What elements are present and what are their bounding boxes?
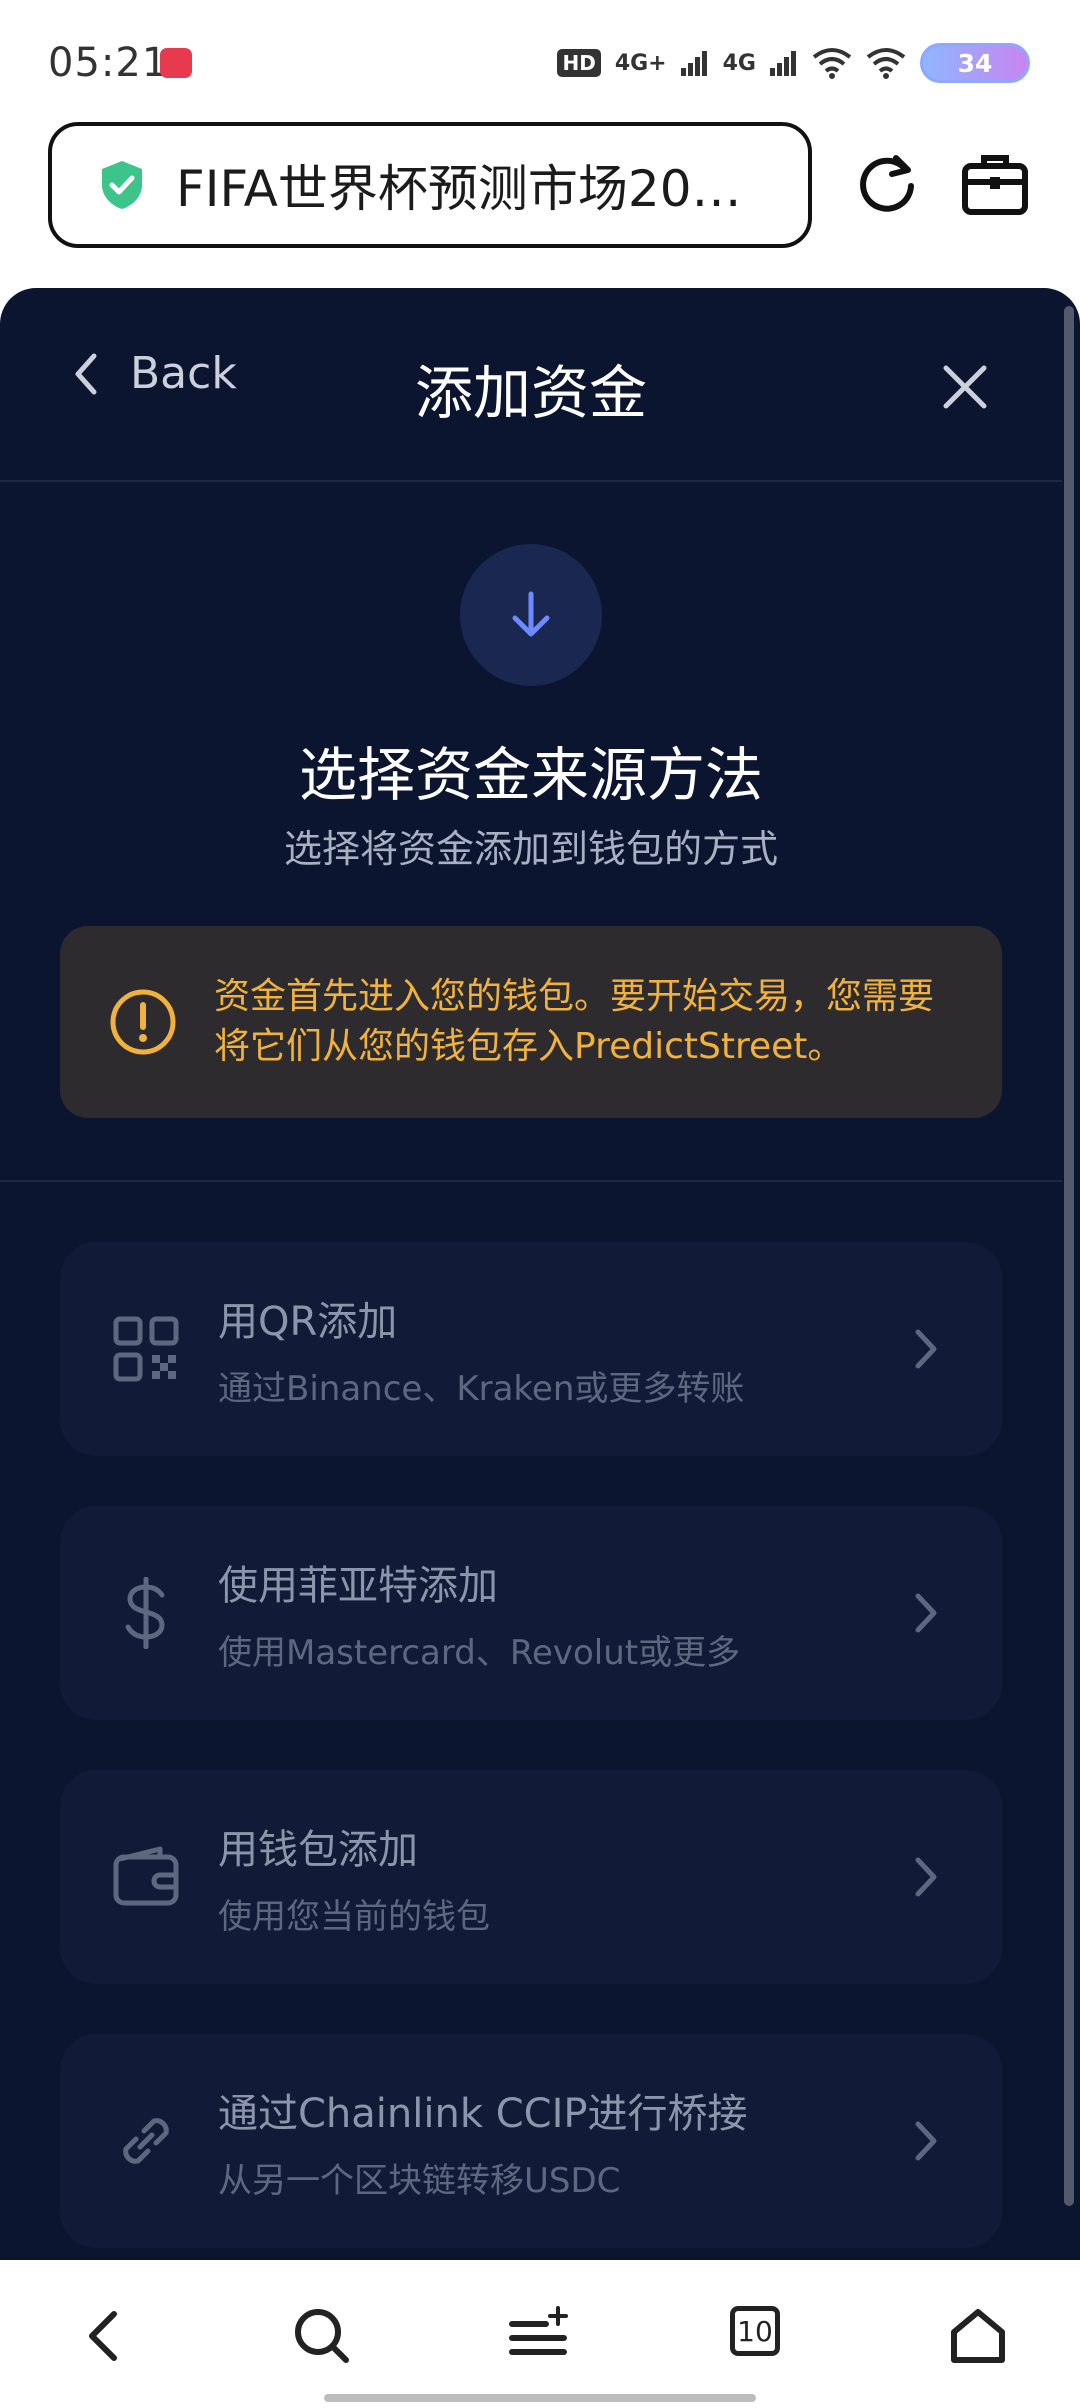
network-4g-plus-icon: 4G+	[614, 50, 667, 76]
home-icon[interactable]	[946, 2304, 1010, 2368]
status-bar: 05:21 HD 4G+ 4G 34	[0, 0, 1080, 120]
chevron-right-icon	[915, 1593, 937, 1633]
hd-voice-icon: HD	[557, 49, 601, 77]
briefcase-icon[interactable]	[960, 150, 1030, 218]
option-description: 从另一个区块链转移USDC	[218, 2160, 621, 2201]
close-icon[interactable]	[940, 362, 990, 412]
scrollbar[interactable]	[1064, 306, 1074, 2206]
signal-icon	[680, 51, 707, 76]
status-time: 05:21	[48, 40, 169, 86]
link-icon	[123, 2118, 169, 2164]
deposit-icon-circle	[460, 544, 602, 686]
wifi-icon	[812, 48, 852, 79]
option-bridge-ccip[interactable]: 通过Chainlink CCIP进行桥接 从另一个区块链转移USDC	[60, 2034, 1002, 2248]
chevron-right-icon	[915, 1329, 937, 1369]
section-heading: 选择资金来源方法	[298, 741, 763, 809]
add-funds-sheet: Back 添加资金 选择资金来源方法 选择将资金添加到钱包的方式 资金首先进入您…	[0, 288, 1080, 2260]
chevron-right-icon	[915, 2121, 937, 2161]
option-title: 通过Chainlink CCIP进行桥接	[218, 2090, 748, 2137]
notification-app-icon	[160, 48, 192, 78]
network-4g-icon: 4G	[722, 50, 756, 76]
section-divider	[0, 1180, 1062, 1182]
header-divider	[0, 480, 1062, 482]
info-warning-banner: 资金首先进入您的钱包。要开始交易，您需要将它们从您的钱包存入PredictStr…	[60, 926, 1002, 1118]
alert-circle-icon	[110, 989, 176, 1055]
signal-icon-2	[770, 51, 796, 76]
tabs-button[interactable]: 10	[730, 2306, 780, 2356]
qr-code-icon	[113, 1316, 179, 1382]
option-description: 通过Binance、Kraken或更多转账	[218, 1368, 745, 1409]
chevron-right-icon	[915, 1857, 937, 1897]
page-title-text: FIFA世界杯预测市场20…	[176, 160, 742, 218]
section-subheading: 选择将资金添加到钱包的方式	[283, 827, 778, 871]
option-add-with-qr[interactable]: 用QR添加 通过Binance、Kraken或更多转账	[60, 1242, 1002, 1456]
warning-text: 资金首先进入您的钱包。要开始交易，您需要将它们从您的钱包存入PredictStr…	[214, 976, 935, 1067]
option-title: 使用菲亚特添加	[218, 1562, 498, 1609]
shield-check-icon	[102, 161, 142, 209]
gesture-home-indicator[interactable]	[324, 2394, 756, 2402]
reload-icon[interactable]	[852, 148, 922, 218]
menu-sparkle-icon[interactable]	[506, 2304, 570, 2368]
sheet-title: 添加资金	[414, 359, 647, 427]
dollar-icon	[125, 1577, 165, 1649]
search-icon[interactable]	[290, 2304, 354, 2368]
browser-bottom-nav	[0, 2260, 1080, 2408]
status-indicators: HD 4G+ 4G 34	[557, 40, 1030, 86]
nav-back-icon[interactable]	[74, 2304, 138, 2368]
option-add-with-fiat[interactable]: 使用菲亚特添加 使用Mastercard、Revolut或更多	[60, 1506, 1002, 1720]
option-description: 使用Mastercard、Revolut或更多	[218, 1632, 741, 1673]
option-title: 用钱包添加	[218, 1826, 418, 1873]
wifi-icon-2	[866, 48, 906, 79]
option-description: 使用您当前的钱包	[218, 1896, 490, 1937]
address-bar[interactable]: FIFA世界杯预测市场20…	[48, 122, 812, 248]
option-title: 用QR添加	[218, 1298, 398, 1345]
arrow-down-icon	[512, 591, 550, 637]
battery-indicator: 34	[920, 43, 1030, 83]
wallet-icon	[113, 1846, 179, 1906]
option-add-with-wallet[interactable]: 用钱包添加 使用您当前的钱包	[60, 1770, 1002, 1984]
